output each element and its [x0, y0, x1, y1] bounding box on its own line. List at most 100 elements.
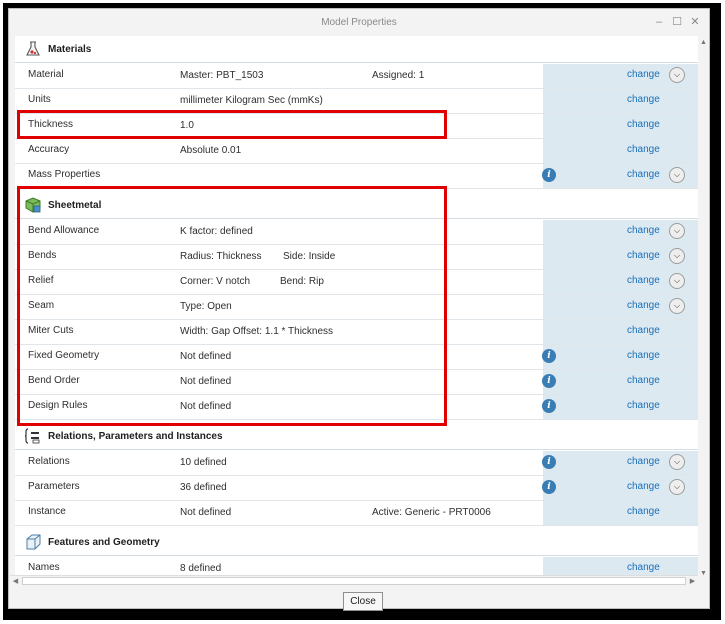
row-label: Mass Properties — [28, 169, 101, 180]
sheetmetal-icon — [25, 197, 41, 213]
change-link[interactable]: change — [627, 481, 660, 492]
action-area — [543, 501, 698, 525]
change-link[interactable]: change — [627, 506, 660, 517]
chevron-down-icon[interactable]: ⌵ — [669, 223, 685, 239]
info-icon[interactable]: i — [542, 349, 556, 363]
change-link[interactable]: change — [627, 300, 660, 311]
row-value: Master: PBT_1503 — [180, 70, 264, 81]
model-properties-dialog: Model Properties – ☐ ✕ Materials Materia… — [8, 8, 710, 611]
change-link[interactable]: change — [627, 375, 660, 386]
scroll-up-icon[interactable]: ▲ — [699, 38, 708, 47]
action-area — [543, 320, 698, 344]
row-label: Units — [28, 94, 51, 105]
row-label: Bend Allowance — [28, 225, 100, 236]
info-icon[interactable]: i — [542, 455, 556, 469]
chevron-down-icon[interactable]: ⌵ — [669, 479, 685, 495]
window-controls: – ☐ ✕ — [653, 15, 701, 29]
change-link[interactable]: change — [627, 400, 660, 411]
change-link[interactable]: change — [627, 275, 660, 286]
row-label: Miter Cuts — [28, 325, 74, 336]
change-link[interactable]: change — [627, 350, 660, 361]
row-value: Not defined — [180, 351, 232, 362]
action-area — [543, 345, 698, 369]
scroll-down-icon[interactable]: ▼ — [699, 569, 708, 578]
features-icon — [26, 534, 41, 550]
chevron-down-icon[interactable]: ⌵ — [669, 454, 685, 470]
vertical-scrollbar[interactable]: ▲ ▼ — [698, 36, 709, 581]
scroll-right-icon[interactable]: ▶ — [688, 577, 697, 586]
change-link[interactable]: change — [627, 94, 660, 105]
maximize-icon[interactable]: ☐ — [671, 15, 683, 29]
minimize-icon[interactable]: – — [653, 15, 665, 29]
row-value: Absolute 0.01 — [180, 145, 242, 156]
row-value: Corner: V notch — [180, 276, 251, 287]
close-icon[interactable]: ✕ — [689, 15, 701, 29]
row-label: Seam — [28, 300, 55, 311]
row-thickness: Thickness 1.0 change — [15, 114, 698, 139]
section-title: Relations, Parameters and Instances — [48, 431, 223, 442]
row-label: Fixed Geometry — [28, 350, 100, 361]
row-material: Material Master: PBT_1503 Assigned: 1 ch… — [15, 64, 698, 89]
row-value: 36 defined — [180, 482, 227, 493]
row-label: Thickness — [28, 119, 74, 130]
properties-panel: Materials Material Master: PBT_1503 Assi… — [15, 36, 698, 575]
info-icon[interactable]: i — [542, 168, 556, 182]
info-icon[interactable]: i — [542, 480, 556, 494]
change-link[interactable]: change — [627, 169, 660, 180]
row-units: Units millimeter Kilogram Sec (mmKs) cha… — [15, 89, 698, 114]
row-label: Instance — [28, 506, 66, 517]
change-link[interactable]: change — [627, 144, 660, 155]
change-link[interactable]: change — [627, 456, 660, 467]
row-instance: Instance Not defined Active: Generic - P… — [15, 501, 698, 526]
info-icon[interactable]: i — [542, 374, 556, 388]
section-title: Sheetmetal — [48, 200, 102, 211]
chevron-down-icon[interactable]: ⌵ — [669, 67, 685, 83]
action-area — [543, 370, 698, 394]
action-area — [543, 395, 698, 419]
change-link[interactable]: change — [627, 119, 660, 130]
chevron-down-icon[interactable]: ⌵ — [669, 273, 685, 289]
row-label: Names — [28, 562, 60, 573]
change-link[interactable]: change — [627, 250, 660, 261]
row-value: Not defined — [180, 507, 232, 518]
row-accuracy: Accuracy Absolute 0.01 change — [15, 139, 698, 164]
title-bar: Model Properties – ☐ ✕ — [9, 9, 709, 36]
chevron-down-icon[interactable]: ⌵ — [669, 167, 685, 183]
row-names: Names 8 defined change — [15, 557, 698, 575]
row-bend-allowance: Bend Allowance K factor: defined change … — [15, 220, 698, 245]
row-seam: Seam Type: Open change ⌵ — [15, 295, 698, 320]
change-link[interactable]: change — [627, 562, 660, 573]
info-icon[interactable]: i — [542, 399, 556, 413]
row-relief: Relief Corner: V notch Bend: Rip change … — [15, 270, 698, 295]
change-link[interactable]: change — [627, 325, 660, 336]
row-miter-cuts: Miter Cuts Width: Gap Offset: 1.1 * Thic… — [15, 320, 698, 345]
scroll-left-icon[interactable]: ◀ — [11, 577, 20, 586]
scroll-thumb[interactable] — [22, 577, 686, 585]
row-label: Accuracy — [28, 144, 70, 155]
row-value: Radius: Thickness — [180, 251, 262, 262]
action-area — [543, 557, 698, 575]
section-title: Materials — [48, 44, 92, 55]
row-value-secondary: Assigned: 1 — [372, 70, 425, 81]
horizontal-scrollbar[interactable]: ◀ ▶ — [10, 575, 698, 586]
action-area — [543, 114, 698, 138]
action-area — [543, 139, 698, 163]
chevron-down-icon[interactable]: ⌵ — [669, 248, 685, 264]
row-value-secondary: Active: Generic - PRT0006 — [372, 507, 491, 518]
change-link[interactable]: change — [627, 225, 660, 236]
change-link[interactable]: change — [627, 69, 660, 80]
row-value-secondary: Side: Inside — [283, 251, 336, 262]
row-parameters: Parameters 36 defined i change ⌵ — [15, 476, 698, 501]
row-design-rules: Design Rules Not defined i change — [15, 395, 698, 420]
action-area — [543, 89, 698, 113]
row-bend-order: Bend Order Not defined i change — [15, 370, 698, 395]
section-materials: Materials — [15, 36, 698, 63]
close-button[interactable]: Close — [343, 592, 383, 611]
row-label: Bend Order — [28, 375, 80, 386]
row-mass-properties: Mass Properties i change ⌵ — [15, 164, 698, 189]
chevron-down-icon[interactable]: ⌵ — [669, 298, 685, 314]
row-label: Relief — [28, 275, 54, 286]
row-label: Bends — [28, 250, 57, 261]
row-fixed-geometry: Fixed Geometry Not defined i change — [15, 345, 698, 370]
row-label: Relations — [28, 456, 70, 467]
